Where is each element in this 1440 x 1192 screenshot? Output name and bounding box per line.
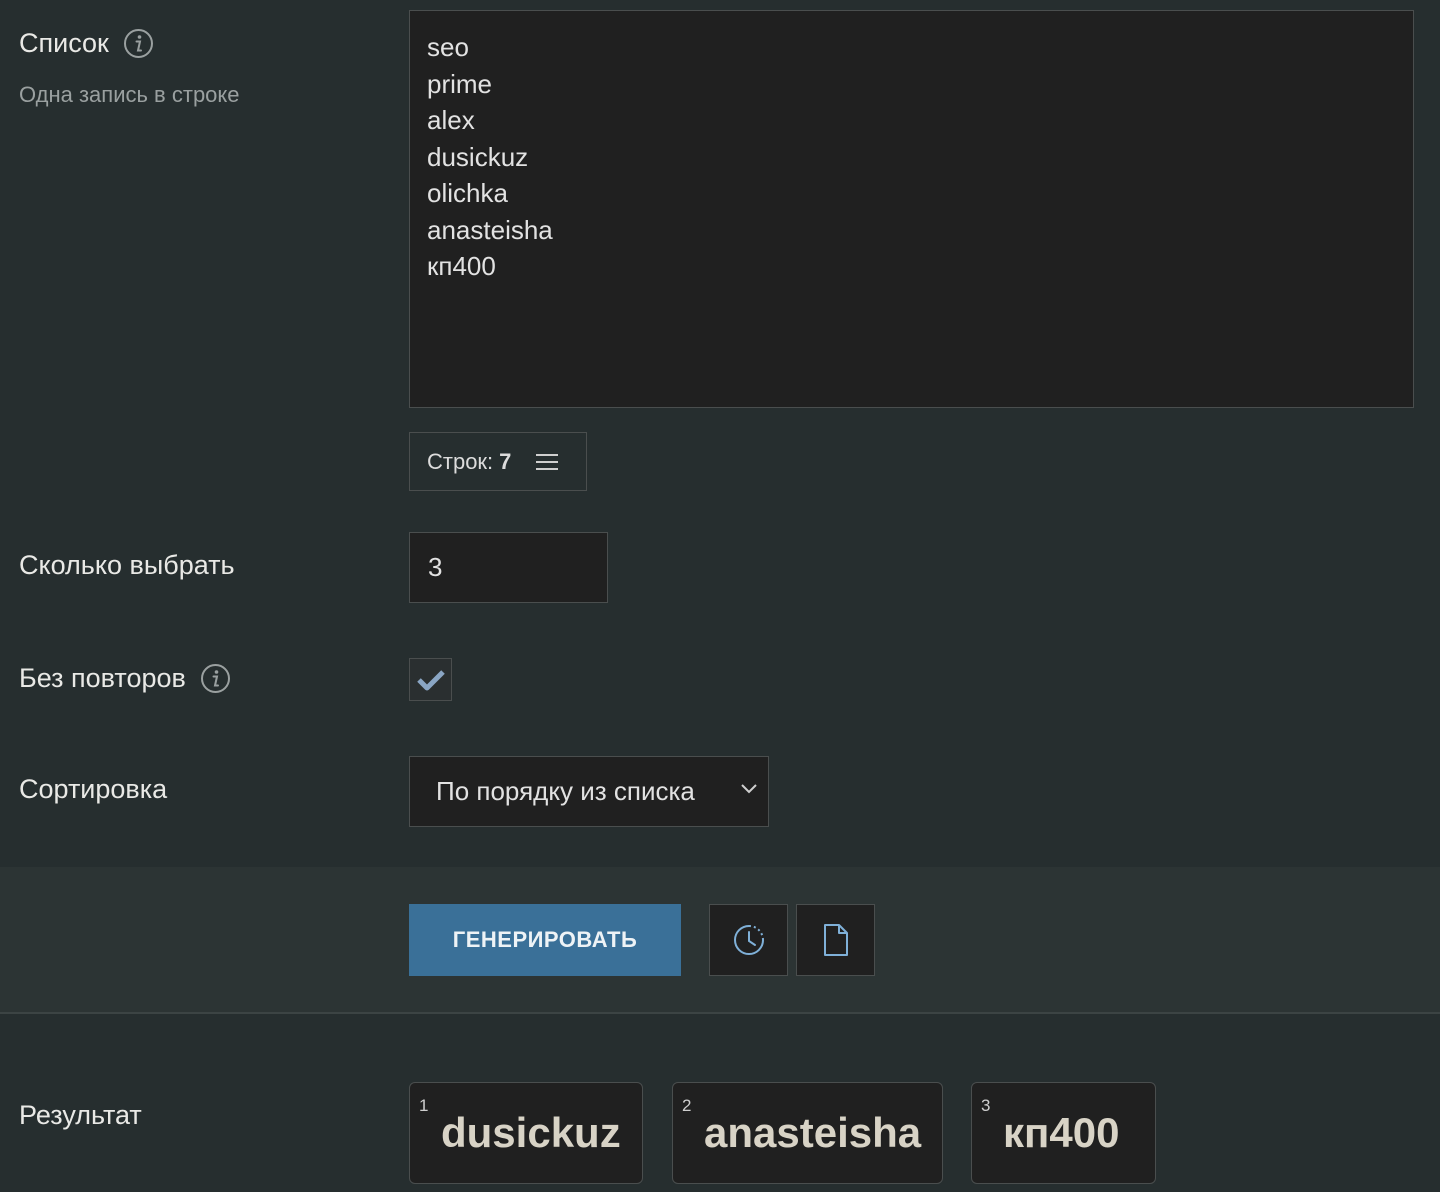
result-item: 3 кп400	[971, 1082, 1156, 1184]
result-item: 2 anasteisha	[672, 1082, 943, 1184]
history-button[interactable]	[709, 904, 788, 976]
list-label-row: Список	[19, 28, 153, 59]
list-line: seo	[427, 32, 469, 62]
list-line: anasteisha	[427, 214, 553, 245]
list-label: Список	[19, 28, 109, 58]
line-count-value: 7	[499, 448, 512, 474]
unique-checkbox[interactable]	[409, 658, 452, 701]
checkmark-icon	[416, 669, 445, 690]
sort-label-row: Сортировка	[19, 774, 167, 805]
result-item: 1 dusickuz	[409, 1082, 643, 1184]
menu-icon[interactable]	[535, 452, 559, 472]
random-picker-form: Список Одна запись в строке seo prime al…	[0, 0, 1440, 1192]
info-icon[interactable]	[123, 29, 153, 58]
list-hint: Одна запись в строке	[19, 82, 240, 107]
result-value: dusickuz	[441, 1109, 621, 1156]
result-value: anasteisha	[704, 1109, 922, 1156]
list-line: кп400	[427, 251, 496, 281]
unique-label: Без повторов	[19, 663, 186, 693]
sort-label: Сортировка	[19, 774, 168, 804]
result-label-row: Результат	[19, 1100, 142, 1131]
chevron-down-icon	[741, 784, 757, 794]
result-index: 1	[419, 1096, 429, 1115]
line-count-label: Строк:	[427, 448, 494, 474]
generate-button[interactable]: ГЕНЕРИРОВАТЬ	[409, 904, 681, 976]
count-input[interactable]: 3	[409, 532, 608, 603]
list-line: olichka	[427, 178, 508, 208]
list-line: alex	[427, 105, 475, 135]
sort-selected-value: По порядку из списка	[436, 776, 695, 806]
history-clock-icon	[733, 925, 764, 955]
result-index: 2	[682, 1096, 692, 1115]
line-count-badge[interactable]: Строк: 7	[409, 432, 587, 491]
document-icon	[823, 924, 848, 956]
unique-label-row: Без повторов	[19, 663, 230, 694]
count-label: Сколько выбрать	[19, 550, 235, 580]
file-button[interactable]	[796, 904, 875, 976]
list-line: prime	[427, 68, 493, 99]
result-value: кп400	[1003, 1109, 1120, 1156]
list-line: dusickuz	[427, 141, 529, 172]
sort-select[interactable]: По порядку из списка	[409, 756, 769, 827]
action-bar: ГЕНЕРИРОВАТЬ	[0, 867, 1440, 1014]
result-label: Результат	[19, 1100, 142, 1130]
result-index: 3	[981, 1096, 991, 1115]
count-label-row: Сколько выбрать	[19, 550, 235, 581]
list-textarea[interactable]: seo prime alex dusickuz olichka anasteis…	[409, 10, 1414, 408]
info-icon[interactable]	[200, 664, 230, 693]
